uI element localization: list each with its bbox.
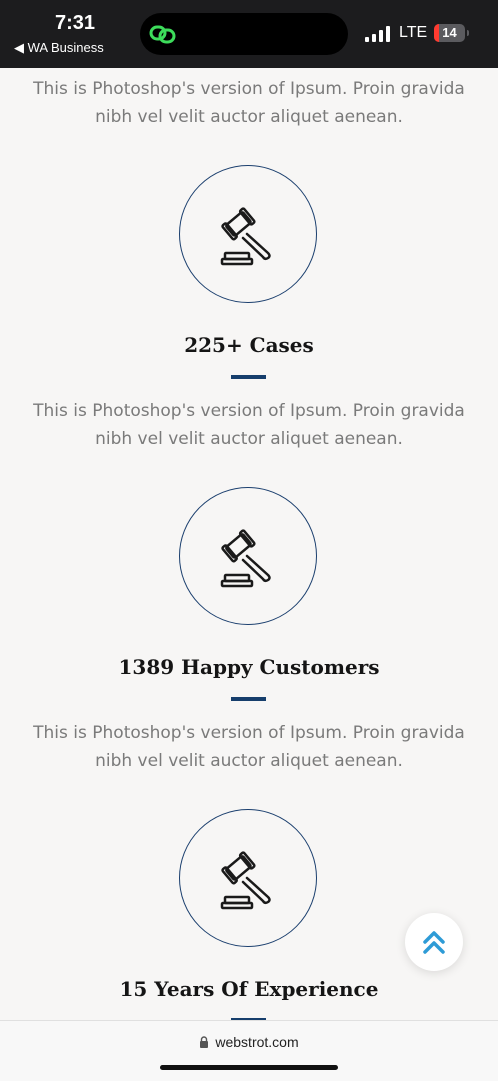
stat-icon-circle	[179, 165, 317, 303]
stat-icon-circle	[179, 809, 317, 947]
gavel-icon	[220, 207, 271, 266]
browser-url-bar[interactable]: webstrot.com	[0, 1020, 498, 1081]
scroll-to-top-button[interactable]	[405, 913, 463, 971]
double-chevron-up-icon	[423, 931, 445, 954]
signal-icon	[365, 26, 391, 42]
lock-icon	[200, 1036, 209, 1048]
back-to-app-link[interactable]: ◀ WA Business	[14, 40, 104, 56]
url-domain[interactable]: webstrot.com	[215, 1034, 298, 1050]
gavel-icon	[220, 851, 271, 910]
battery-icon: 14	[434, 24, 465, 42]
home-indicator	[160, 1065, 338, 1070]
stat-icon-circle	[179, 487, 317, 625]
stat-title: 15 Years Of Experience	[119, 977, 379, 1001]
dynamic-island	[140, 13, 348, 55]
stat-description: This is Photoshop's version of Ipsum. Pr…	[33, 79, 465, 127]
status-time: 7:31	[55, 12, 96, 34]
gavel-icon	[220, 529, 271, 588]
status-bar: 7:31 ◀ WA Business LTE 14	[0, 0, 498, 68]
link-icon	[149, 25, 176, 44]
network-type: LTE	[399, 24, 428, 41]
stat-description: This is Photoshop's version of Ipsum. Pr…	[33, 723, 465, 771]
stat-title: 1389 Happy Customers	[118, 655, 380, 679]
battery-level: 14	[442, 25, 457, 40]
stat-description: This is Photoshop's version of Ipsum. Pr…	[33, 401, 465, 449]
title-underline	[231, 375, 266, 379]
title-underline	[231, 697, 266, 701]
stat-title: 225+ Cases	[184, 333, 314, 357]
